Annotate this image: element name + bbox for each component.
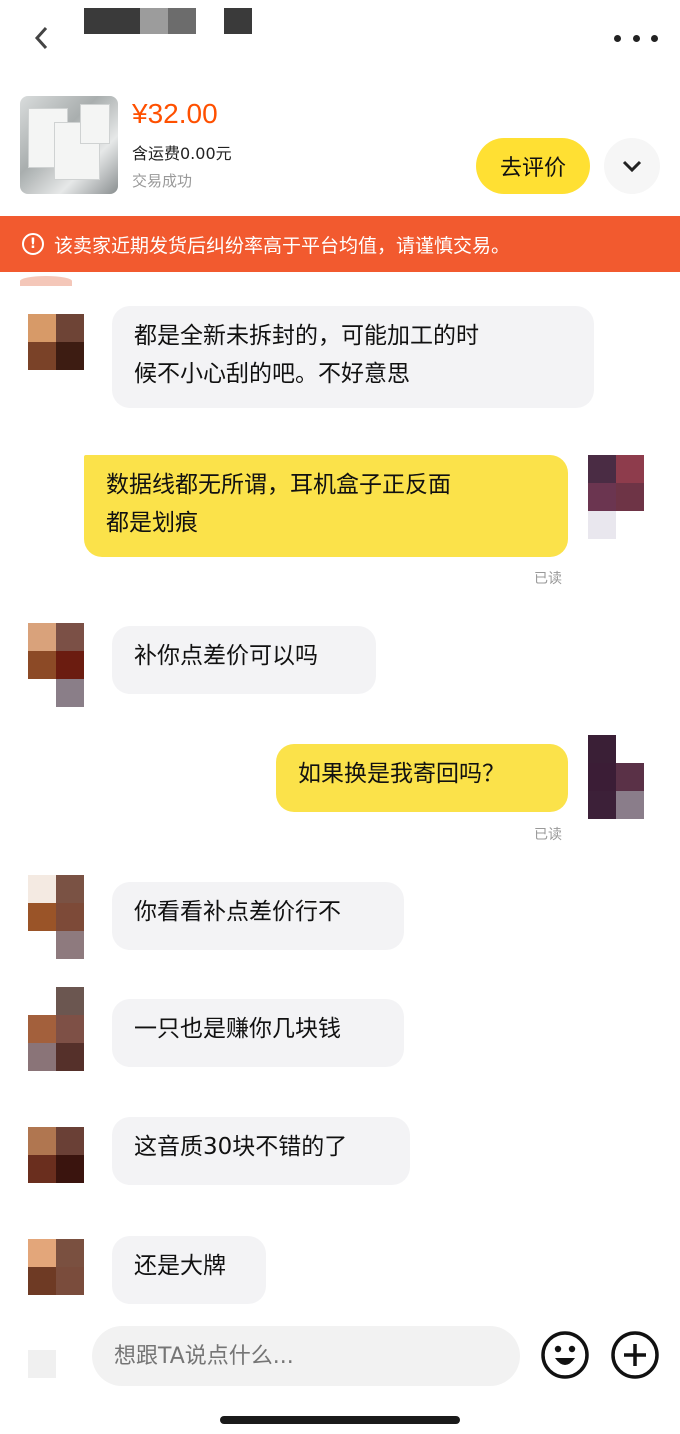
message-input[interactable] xyxy=(92,1326,520,1386)
message-line: 候不小心刮的吧。不好意思 xyxy=(134,361,410,387)
back-arrow-icon xyxy=(34,26,48,50)
contact-name-pixelated-3 xyxy=(168,8,196,34)
message-line: 你看看补点差价行不 xyxy=(134,899,341,925)
avatar-fragment xyxy=(56,679,84,707)
seller-avatar[interactable] xyxy=(28,314,84,370)
emoji-button[interactable] xyxy=(540,1330,590,1380)
contact-name-pixelated-2 xyxy=(140,8,168,34)
warning-circle-icon: ! xyxy=(22,233,44,255)
shipping-fee: 含运费0.00元 xyxy=(132,144,232,163)
message-bubble-outgoing[interactable]: 数据线都无所谓，耳机盒子正反面 都是划痕 xyxy=(84,455,568,557)
message-line: 补你点差价可以吗 xyxy=(134,643,318,669)
message-line: 还是大牌 xyxy=(134,1253,226,1279)
seller-avatar[interactable] xyxy=(28,1127,84,1183)
product-thumbnail[interactable] xyxy=(20,96,118,194)
read-receipt: 已读 xyxy=(534,827,562,843)
message-bubble-incoming[interactable]: 这音质30块不错的了 xyxy=(112,1117,410,1185)
plus-button[interactable] xyxy=(610,1330,660,1380)
avatar-fragment xyxy=(616,791,644,819)
emoji-icon xyxy=(541,1331,589,1379)
rate-button[interactable]: 去评价 xyxy=(476,138,590,194)
partial-avatar xyxy=(20,276,72,286)
avatar-fragment xyxy=(588,791,616,819)
message-bubble-incoming[interactable]: 补你点差价可以吗 xyxy=(112,626,376,694)
top-nav-bar xyxy=(0,0,680,76)
order-card[interactable]: ¥32.00 含运费0.00元 交易成功 去评价 xyxy=(0,76,680,216)
more-dots-icon[interactable] xyxy=(614,24,658,52)
input-bar xyxy=(0,1316,680,1434)
message-bubble-incoming[interactable]: 还是大牌 xyxy=(112,1236,266,1304)
chevron-down-icon xyxy=(622,160,642,172)
risk-warning-banner: ! 该卖家近期发货后纠纷率高于平台均值，请谨慎交易。 xyxy=(0,216,680,272)
user-avatar[interactable] xyxy=(588,455,644,511)
warning-text: 该卖家近期发货后纠纷率高于平台均值，请谨慎交易。 xyxy=(54,234,511,257)
message-line: 一只也是赚你几块钱 xyxy=(134,1016,341,1042)
home-indicator[interactable] xyxy=(220,1416,460,1424)
message-bubble-outgoing[interactable]: 如果换是我寄回吗？ xyxy=(276,744,568,812)
avatar-fragment xyxy=(56,1043,84,1071)
user-avatar[interactable] xyxy=(588,735,644,791)
seller-avatar[interactable] xyxy=(28,875,84,931)
message-bubble-incoming[interactable]: 一只也是赚你几块钱 xyxy=(112,999,404,1067)
message-bubble-incoming[interactable]: 都是全新未拆封的，可能加工的时 候不小心刮的吧。不好意思 xyxy=(112,306,594,408)
avatar-fragment xyxy=(588,511,616,539)
contact-name-pixelated-4 xyxy=(224,8,252,34)
seller-avatar[interactable] xyxy=(28,987,84,1043)
message-line: 数据线都无所谓，耳机盒子正反面 xyxy=(106,472,451,498)
avatar-fragment xyxy=(28,1043,56,1071)
seller-avatar[interactable] xyxy=(28,1239,84,1295)
order-status: 交易成功 xyxy=(132,172,193,190)
message-line: 都是全新未拆封的，可能加工的时 xyxy=(134,323,479,349)
expand-button[interactable] xyxy=(604,138,660,194)
contact-name-pixelated xyxy=(84,8,140,34)
message-bubble-incoming[interactable]: 你看看补点差价行不 xyxy=(112,882,404,950)
back-button[interactable] xyxy=(22,18,62,58)
plus-circle-icon xyxy=(611,1331,659,1379)
order-price: ¥32.00 xyxy=(132,98,218,129)
message-line: 如果换是我寄回吗？ xyxy=(298,761,505,787)
read-receipt: 已读 xyxy=(534,571,562,587)
avatar-fragment xyxy=(56,931,84,959)
message-line: 这音质30块不错的了 xyxy=(134,1134,348,1160)
avatar-fragment xyxy=(28,1350,56,1378)
message-line: 都是划痕 xyxy=(106,510,198,536)
seller-avatar[interactable] xyxy=(28,623,84,679)
